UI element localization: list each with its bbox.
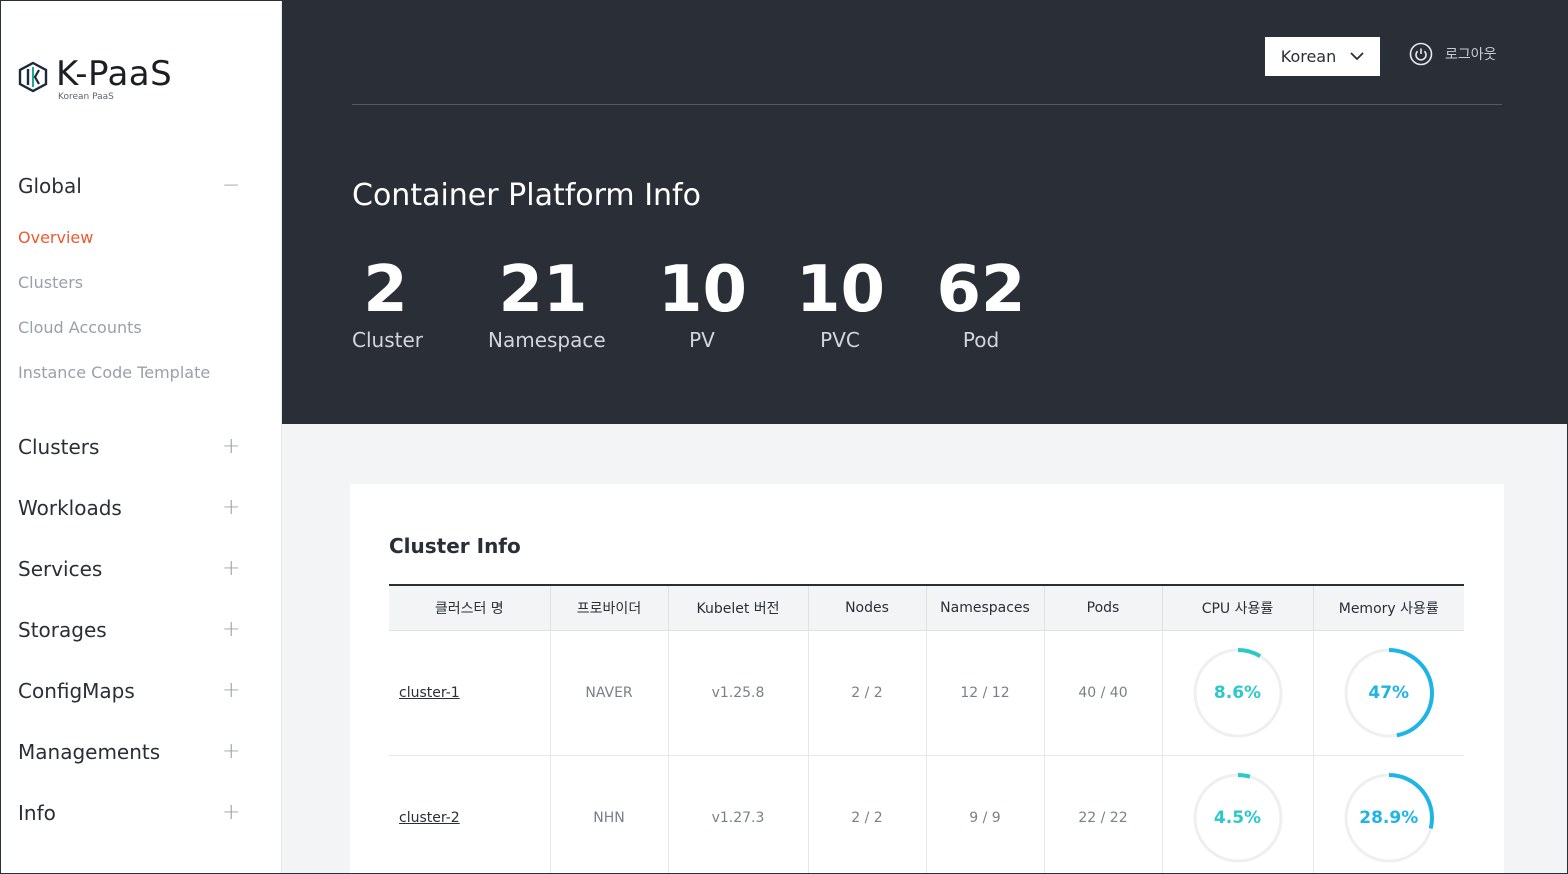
- cluster-name-cell: cluster-1: [389, 630, 551, 755]
- nav-section-label: Clusters: [18, 435, 100, 459]
- stat-value: 10: [796, 253, 886, 327]
- power-icon: [1409, 42, 1433, 66]
- nav-section-label: ConfigMaps: [18, 679, 135, 703]
- language-select[interactable]: Korean: [1265, 37, 1380, 76]
- page-title: Container Platform Info: [352, 178, 701, 213]
- pods-cell: 22 / 22: [1044, 755, 1163, 874]
- stat-label: Namespace: [488, 328, 606, 352]
- stat-value: 62: [936, 253, 1026, 327]
- nav-section-clusters[interactable]: Clusters +: [18, 435, 240, 459]
- nav-section-label: Info: [18, 801, 56, 825]
- cpu-usage-cell: 8.6%: [1162, 630, 1314, 755]
- nav-section-info[interactable]: Info +: [18, 801, 240, 825]
- cpu-usage-gauge: 4.5%: [1192, 772, 1284, 864]
- cpu-usage-value: 4.5%: [1213, 807, 1262, 828]
- memory-usage-gauge: 47%: [1343, 647, 1435, 739]
- column-header-namespaces[interactable]: Namespaces: [926, 585, 1045, 631]
- nav-item-overview[interactable]: Overview: [18, 228, 93, 247]
- namespaces-cell: 12 / 12: [926, 630, 1045, 755]
- column-header-kubelet-version[interactable]: Kubelet 버전: [668, 585, 809, 631]
- nav-section-managements[interactable]: Managements +: [18, 740, 240, 764]
- collapse-icon[interactable]: −: [222, 175, 240, 197]
- provider-cell: NAVER: [550, 630, 669, 755]
- language-value: Korean: [1280, 47, 1337, 66]
- column-header-cpu-usage[interactable]: CPU 사용률: [1162, 585, 1314, 631]
- logout-label: 로그아웃: [1445, 47, 1497, 63]
- stat-value: 10: [658, 253, 748, 327]
- nav-section-configmaps[interactable]: ConfigMaps +: [18, 679, 240, 703]
- logo[interactable]: K-PaaS Korean PaaS: [18, 56, 172, 102]
- memory-usage-value: 47%: [1368, 682, 1410, 703]
- stat-pod: 62 Pod: [936, 254, 1026, 352]
- cluster-link[interactable]: cluster-2: [399, 810, 460, 826]
- stat-label: Pod: [962, 328, 1000, 352]
- stat-cluster: 2 Cluster: [352, 253, 423, 352]
- table-header-row: 클러스터 명 프로바이더 Kubelet 버전 Nodes Namespaces…: [389, 585, 1464, 631]
- stat-namespace: 21 Namespace: [488, 253, 606, 352]
- k-paas-logo-icon: [18, 61, 48, 93]
- nav-section-label: Storages: [18, 618, 107, 642]
- stat-label: Cluster: [352, 328, 423, 352]
- nav-section-label: Global: [18, 174, 82, 198]
- column-header-provider[interactable]: 프로바이더: [550, 585, 669, 631]
- nav-section-label: Managements: [18, 740, 161, 764]
- nodes-cell: 2 / 2: [808, 755, 927, 874]
- expand-icon[interactable]: +: [222, 802, 240, 824]
- column-header-cluster-name[interactable]: 클러스터 명: [389, 585, 551, 631]
- sidebar: K-PaaS Korean PaaS Global − Overview Clu…: [0, 0, 282, 874]
- kubelet-version-cell: v1.27.3: [668, 755, 809, 874]
- nav-item-instance-code-template[interactable]: Instance Code Template: [18, 363, 210, 382]
- stat-pvc: 10 PVC: [796, 253, 886, 352]
- cluster-table: 클러스터 명 프로바이더 Kubelet 버전 Nodes Namespaces…: [389, 584, 1464, 874]
- kubelet-version-cell: v1.25.8: [668, 630, 809, 755]
- memory-usage-value: 28.9%: [1359, 807, 1419, 828]
- expand-icon[interactable]: +: [222, 619, 240, 641]
- expand-icon[interactable]: +: [222, 741, 240, 763]
- provider-cell: NHN: [550, 755, 669, 874]
- stat-pv: 10 PV: [658, 253, 748, 352]
- table-row: cluster-1 NAVER v1.25.8 2 / 2 12 / 12 40…: [389, 630, 1464, 755]
- nodes-cell: 2 / 2: [808, 630, 927, 755]
- nav-section-storages[interactable]: Storages +: [18, 618, 240, 642]
- stat-value: 2: [363, 253, 408, 327]
- nav-item-cloud-accounts[interactable]: Cloud Accounts: [18, 318, 142, 337]
- expand-icon[interactable]: +: [222, 558, 240, 580]
- namespaces-cell: 9 / 9: [926, 755, 1045, 874]
- nav-section-workloads[interactable]: Workloads +: [18, 496, 240, 520]
- memory-usage-cell: 47%: [1313, 630, 1464, 755]
- header-divider: [352, 104, 1502, 105]
- cluster-link[interactable]: cluster-1: [399, 685, 460, 701]
- memory-usage-gauge: 28.9%: [1343, 772, 1435, 864]
- pods-cell: 40 / 40: [1044, 630, 1163, 755]
- logo-name: K-PaaS: [56, 54, 173, 94]
- column-header-pods[interactable]: Pods: [1044, 585, 1163, 631]
- stat-label: PVC: [820, 328, 860, 352]
- expand-icon[interactable]: +: [222, 497, 240, 519]
- expand-icon[interactable]: +: [222, 436, 240, 458]
- column-header-nodes[interactable]: Nodes: [808, 585, 927, 631]
- nav-item-clusters[interactable]: Clusters: [18, 273, 83, 292]
- nav-section-global[interactable]: Global −: [18, 174, 240, 198]
- column-header-memory-usage[interactable]: Memory 사용률: [1313, 585, 1464, 631]
- cluster-info-title: Cluster Info: [389, 534, 521, 558]
- stat-value: 21: [498, 253, 588, 327]
- stat-label: PV: [689, 328, 715, 352]
- cpu-usage-cell: 4.5%: [1162, 755, 1314, 874]
- platform-info-header: Korean 로그아웃 Container Platform Info 2 Cl…: [282, 0, 1568, 424]
- table-row: cluster-2 NHN v1.27.3 2 / 2 9 / 9 22 / 2…: [389, 755, 1464, 874]
- cluster-name-cell: cluster-2: [389, 755, 551, 874]
- memory-usage-cell: 28.9%: [1313, 755, 1464, 874]
- chevron-down-icon: [1350, 52, 1364, 61]
- expand-icon[interactable]: +: [222, 680, 240, 702]
- cpu-usage-gauge: 8.6%: [1192, 647, 1284, 739]
- nav-section-services[interactable]: Services +: [18, 557, 240, 581]
- logout-button[interactable]: 로그아웃: [1409, 42, 1497, 66]
- nav-section-label: Workloads: [18, 496, 122, 520]
- nav-section-label: Services: [18, 557, 103, 581]
- cpu-usage-value: 8.6%: [1213, 682, 1262, 703]
